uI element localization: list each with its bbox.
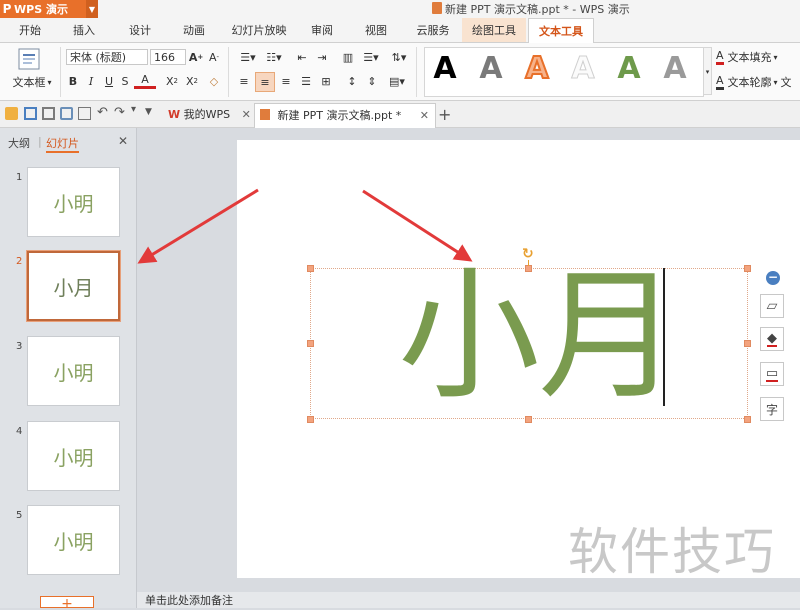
arrow-to-thumbnail: [137, 188, 259, 264]
arrow-to-textbox: [362, 189, 473, 262]
watermark-text: 软件技巧: [568, 523, 776, 581]
notes-placeholder: 单击此处添加备注: [145, 594, 233, 607]
notes-area[interactable]: 单击此处添加备注: [137, 592, 800, 608]
